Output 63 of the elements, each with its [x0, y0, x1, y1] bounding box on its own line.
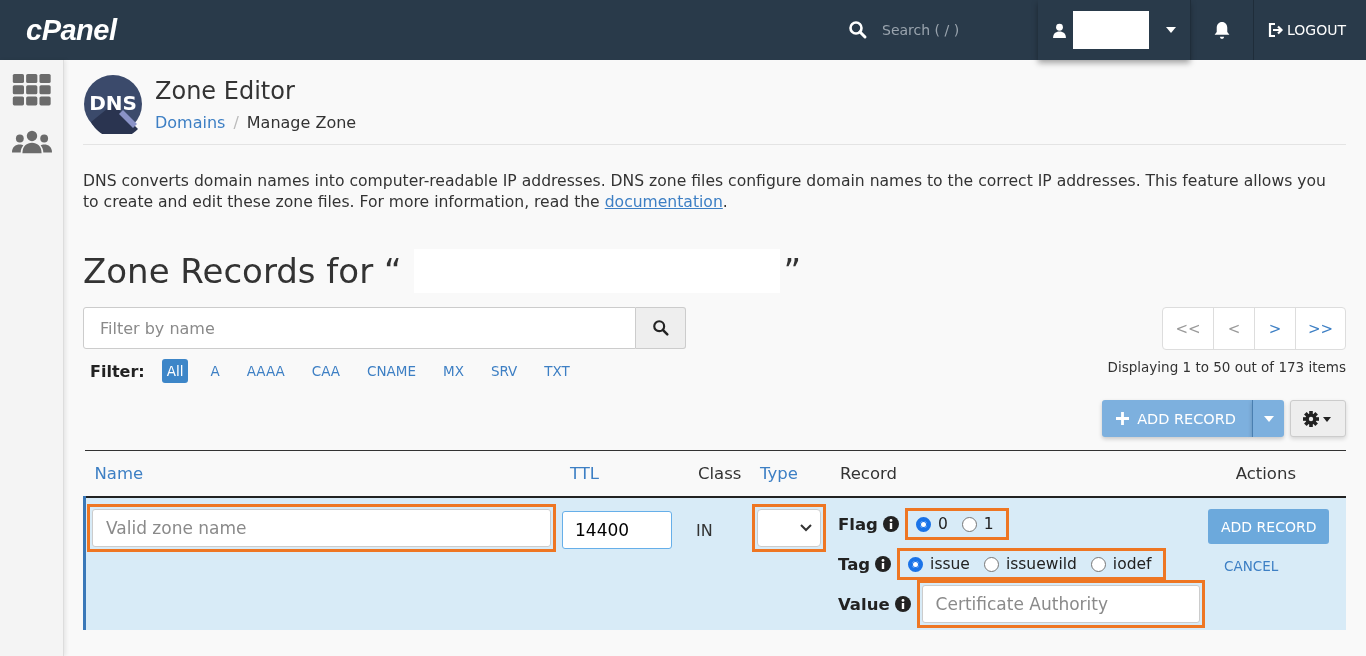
bell-icon[interactable] — [1213, 20, 1231, 40]
filter-option[interactable]: CNAME — [362, 359, 421, 383]
breadcrumb-current: Manage Zone — [246, 112, 357, 132]
plus-icon — [1116, 412, 1130, 425]
value-field[interactable]: Certificate Authority — [921, 585, 1200, 623]
info-icon[interactable] — [882, 516, 899, 532]
dns-badge-icon — [84, 75, 142, 134]
field-label: Tag — [838, 554, 871, 574]
logout-button[interactable]: LOGOUT — [1254, 22, 1366, 38]
closing-quote: ” — [783, 251, 802, 291]
settings-button[interactable] — [1290, 400, 1346, 437]
chevron-icon — [800, 524, 812, 532]
radio-option[interactable]: issuewild — [983, 555, 1077, 573]
dropdown-toggle[interactable] — [1252, 400, 1284, 437]
search-icon — [651, 319, 670, 337]
user-icon — [1052, 22, 1067, 38]
filter-option[interactable]: All — [161, 359, 189, 383]
radio-button[interactable] — [961, 516, 977, 532]
add-record-button[interactable]: ADD RECORD — [1102, 400, 1252, 437]
ttl-field[interactable]: 14400 — [562, 511, 672, 549]
name-field[interactable]: Valid zone name — [92, 509, 551, 547]
class-value: IN — [696, 521, 713, 540]
filter-option[interactable]: MX — [438, 359, 469, 383]
field-label: Value — [838, 594, 890, 614]
radio-button[interactable] — [915, 516, 931, 532]
radio-option[interactable]: issue — [908, 555, 970, 573]
pagination-button[interactable]: >> — [1295, 308, 1345, 349]
info-icon[interactable] — [894, 596, 911, 612]
page-title: Zone Editor — [155, 76, 296, 105]
radio-option[interactable]: iodef — [1090, 555, 1152, 573]
dns-logo-text: DNS — [89, 91, 137, 115]
caret-icon — [1263, 415, 1274, 422]
pagination-button[interactable]: > — [1254, 308, 1295, 349]
documentation-link[interactable]: documentation — [604, 193, 723, 211]
filter-option[interactable]: CAA — [306, 359, 346, 383]
logout-icon — [1268, 23, 1284, 37]
info-icon[interactable] — [875, 556, 892, 572]
filter-option[interactable]: AAAA — [241, 359, 290, 383]
zone-records-title: Zone Records for “ — [83, 251, 402, 291]
breadcrumb-link[interactable]: Domains — [155, 112, 226, 132]
search-icon[interactable] — [848, 20, 868, 40]
radio-button[interactable] — [983, 556, 999, 572]
grid-icon — [11, 74, 52, 106]
intro-paragraph: DNS converts domain names into computer-readable IP addresses. DNS zone files configure domain names to the correct IP addresses. This feature allows you to create and edit these zone files. For more information, read the documentation. — [83, 171, 1327, 213]
breadcrumb-separator: / — [233, 112, 239, 132]
search-field[interactable]: Search ( / ) — [880, 21, 1034, 39]
caret-icon — [1166, 27, 1176, 33]
radio-button[interactable] — [1090, 556, 1106, 572]
cancel-link[interactable]: CANCEL — [1224, 558, 1279, 574]
radio-option[interactable]: 0 — [915, 515, 948, 533]
field-label: Flag — [838, 514, 878, 534]
filter-option[interactable]: TXT — [539, 359, 575, 383]
settings-icon — [1303, 410, 1333, 427]
pagination-summary: Displaying 1 to 50 out of 173 items — [1107, 359, 1346, 375]
search-button[interactable] — [636, 307, 686, 349]
add-record-button[interactable]: ADD RECORD — [1208, 509, 1330, 544]
logo[interactable]: cPanel — [26, 13, 117, 47]
radio-button[interactable] — [908, 556, 924, 572]
filter-option[interactable]: SRV — [485, 359, 523, 383]
filter-option[interactable]: A — [205, 359, 225, 383]
filter-search-field[interactable]: Filter by name — [83, 307, 636, 349]
radio-option[interactable]: 1 — [961, 515, 994, 533]
filter-label: Filter: — [90, 361, 145, 381]
